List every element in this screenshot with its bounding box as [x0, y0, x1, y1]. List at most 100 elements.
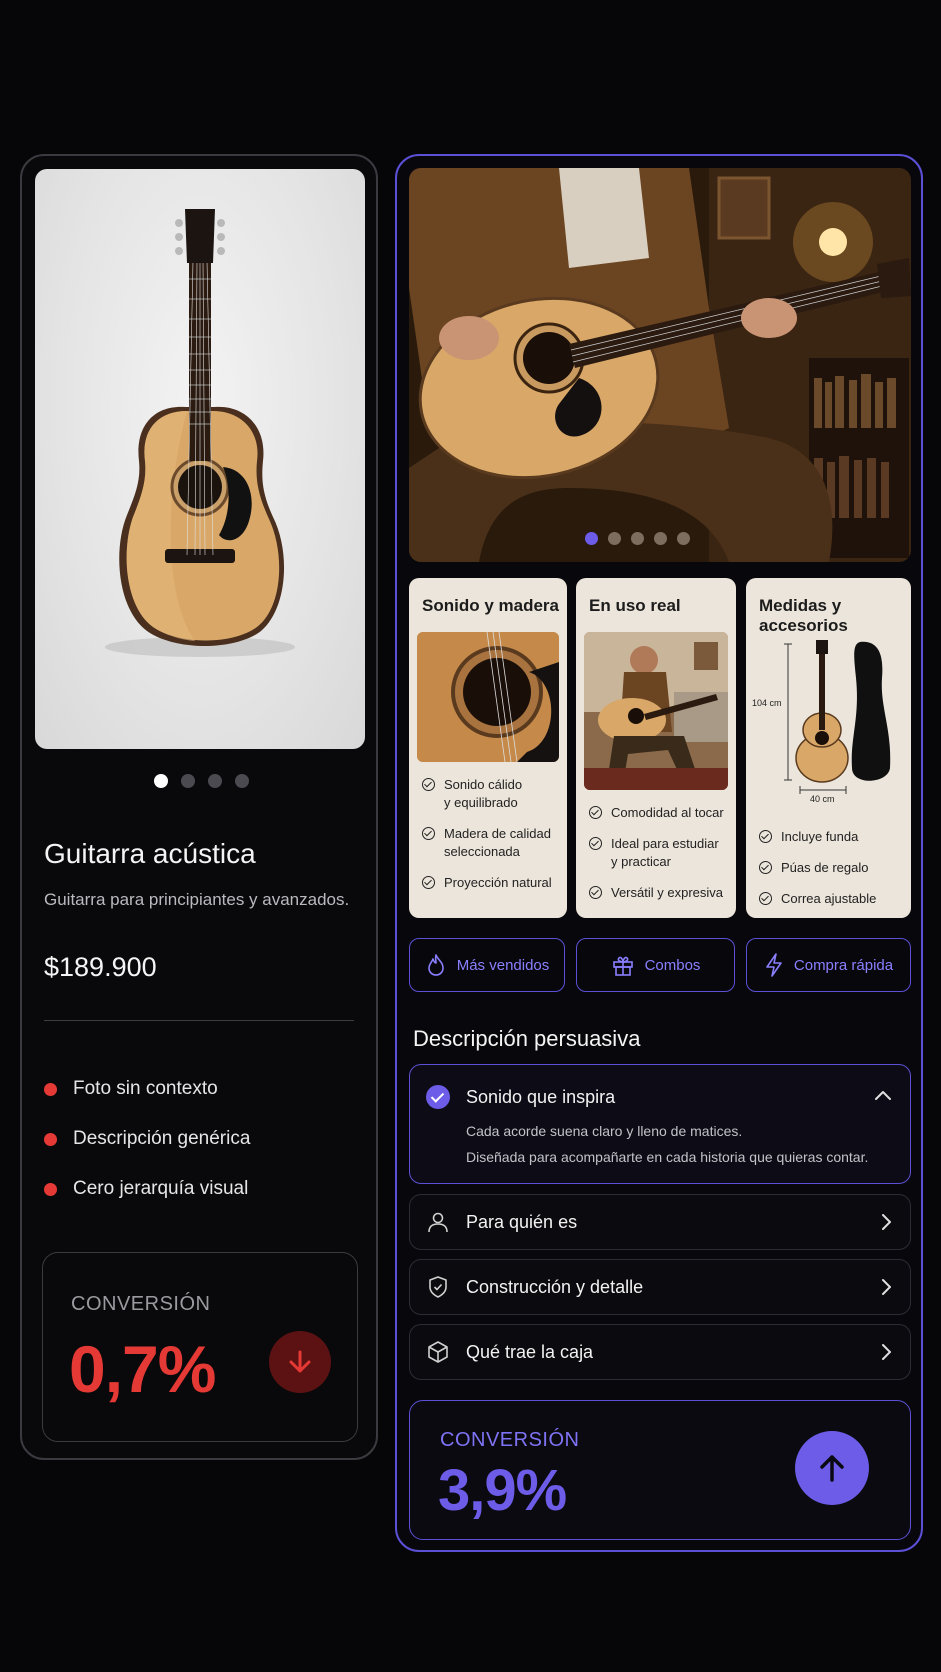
- after-product-card: Sonido y madera Sonido cálido y equilibr…: [395, 154, 923, 1552]
- accordion-title: Sonido que inspira: [466, 1087, 616, 1107]
- conversion-card-after: CONVERSIÓN 3,9%: [409, 1400, 911, 1540]
- list-item: Cero jerarquía visual: [44, 1164, 250, 1214]
- accordion-label: Construcción y detalle: [466, 1276, 644, 1297]
- conversion-card-before: CONVERSIÓN 0,7%: [42, 1252, 358, 1442]
- gift-icon: [612, 956, 633, 976]
- feature-card-sound[interactable]: Sonido y madera Sonido cálido y equilibr…: [409, 578, 567, 918]
- carousel-dot[interactable]: [181, 774, 195, 788]
- feature-item-label: Sonido cálido y equilibrado: [444, 777, 523, 810]
- list-item: Foto sin contexto: [44, 1064, 250, 1114]
- hero-carousel-dots: [585, 532, 690, 545]
- conversion-label: CONVERSIÓN: [71, 1293, 211, 1315]
- check-icon: [759, 892, 772, 905]
- issues-list: Foto sin contexto Descripción genérica C…: [44, 1064, 250, 1214]
- accordion-item-construction[interactable]: Construcción y detalle: [409, 1259, 911, 1315]
- carousel-dot[interactable]: [585, 532, 598, 545]
- feature-item-label: Púas de regalo: [781, 860, 869, 875]
- issue-label: Cero jerarquía visual: [73, 1178, 249, 1199]
- check-icon: [589, 806, 602, 819]
- feature-card-real-use[interactable]: En uso real Comodidad al tocar Ideal par…: [576, 578, 736, 918]
- width-dimension-label: 40 cm: [810, 794, 835, 804]
- chevron-right-icon: [882, 1279, 891, 1295]
- conversion-value: 0,7%: [69, 1332, 216, 1406]
- conversion-value: 3,9%: [438, 1458, 567, 1523]
- feature-item-label: Incluye funda: [781, 829, 859, 844]
- feature-item-label: Ideal para estudiar y practicar: [611, 836, 719, 869]
- feature-list: Comodidad al tocar Ideal para estudiar y…: [589, 804, 724, 915]
- feature-list: Incluye funda Púas de regalo Correa ajus…: [759, 828, 876, 918]
- chip-quick-buy[interactable]: Compra rápida: [746, 938, 911, 992]
- feature-item-label: Versátil y expresiva: [611, 885, 723, 900]
- divider: [44, 1020, 354, 1021]
- check-icon: [422, 778, 435, 791]
- lifestyle-hero-photo[interactable]: [409, 168, 911, 562]
- soundhole-closeup-image: [417, 632, 559, 762]
- feature-card-title: Medidas y accesorios: [759, 596, 848, 635]
- list-item: Sonido cálido y equilibrado: [422, 776, 552, 812]
- check-icon: [422, 876, 435, 889]
- carousel-dot[interactable]: [235, 774, 249, 788]
- feature-list: Sonido cálido y equilibrado Madera de ca…: [422, 776, 552, 905]
- list-item: Comodidad al tocar: [589, 804, 724, 822]
- dimensions-diagram: 104 cm 40 cm: [752, 638, 906, 806]
- lightning-icon: [766, 953, 782, 977]
- check-icon: [422, 827, 435, 840]
- check-icon: [589, 837, 602, 850]
- user-icon: [426, 1210, 450, 1234]
- check-icon: [759, 861, 772, 874]
- feature-item-label: Comodidad al tocar: [611, 805, 724, 820]
- check-circle-icon: [426, 1085, 450, 1109]
- conversion-label: CONVERSIÓN: [440, 1429, 580, 1451]
- chip-label: Combos: [644, 956, 701, 974]
- feature-card-measures[interactable]: Medidas y accesorios 104 cm 40 cm Incluy…: [746, 578, 911, 918]
- carousel-dot[interactable]: [631, 532, 644, 545]
- red-bullet-icon: [44, 1082, 57, 1096]
- list-item: Proyección natural: [422, 874, 552, 892]
- guitarist-illustration: [409, 168, 911, 562]
- accordion-item-open[interactable]: Sonido que inspira Cada acorde suena cla…: [409, 1064, 911, 1184]
- carousel-dot[interactable]: [154, 774, 168, 788]
- person-playing-image: [584, 632, 728, 790]
- feature-item-label: Proyección natural: [444, 875, 552, 890]
- chevron-right-icon: [882, 1344, 891, 1360]
- feature-card-title: Sonido y madera: [422, 596, 559, 615]
- box-icon: [426, 1340, 450, 1364]
- chevron-up-icon[interactable]: [874, 1089, 892, 1101]
- flame-icon: [427, 954, 444, 976]
- feature-item-label: Madera de calidad seleccionada: [444, 826, 551, 859]
- issue-label: Foto sin contexto: [73, 1078, 218, 1099]
- carousel-dot[interactable]: [677, 532, 690, 545]
- accordion-label: Qué trae la caja: [466, 1341, 594, 1362]
- product-subtitle: Guitarra para principiantes y avanzados.: [44, 890, 350, 909]
- accordion-body-line: Diseñada para acompañarte en cada histor…: [466, 1149, 869, 1165]
- list-item: Versátil y expresiva: [589, 884, 724, 902]
- red-bullet-icon: [44, 1182, 57, 1196]
- chevron-right-icon: [882, 1214, 891, 1230]
- list-item: Correa ajustable: [759, 890, 876, 908]
- check-icon: [759, 830, 772, 843]
- carousel-dot[interactable]: [208, 774, 222, 788]
- chip-combos[interactable]: Combos: [576, 938, 735, 992]
- chip-label: Compra rápida: [793, 956, 894, 974]
- check-icon: [589, 886, 602, 899]
- chip-label: Más vendidos: [456, 956, 550, 974]
- carousel-dot[interactable]: [654, 532, 667, 545]
- chip-best-sellers[interactable]: Más vendidos: [409, 938, 565, 992]
- list-item: Incluye funda: [759, 828, 876, 846]
- accordion-label: Para quién es: [466, 1211, 578, 1232]
- product-title: Guitarra acústica: [44, 838, 256, 869]
- red-bullet-icon: [44, 1132, 57, 1146]
- accordion-item-audience[interactable]: Para quién es: [409, 1194, 911, 1250]
- description-heading: Descripción persuasiva: [413, 1026, 641, 1051]
- arrow-up-icon: [795, 1431, 869, 1505]
- shield-icon: [426, 1275, 450, 1299]
- arrow-down-icon: [269, 1331, 331, 1393]
- carousel-dot[interactable]: [608, 532, 621, 545]
- product-price: $189.900: [44, 952, 157, 982]
- list-item: Madera de calidad seleccionada: [422, 825, 552, 861]
- product-photo-plain[interactable]: [35, 169, 365, 749]
- accordion-item-box-contents[interactable]: Qué trae la caja: [409, 1324, 911, 1380]
- list-item: Púas de regalo: [759, 859, 876, 877]
- feature-card-title: En uso real: [589, 596, 681, 615]
- accordion-body-line: Cada acorde suena claro y lleno de matic…: [466, 1123, 743, 1139]
